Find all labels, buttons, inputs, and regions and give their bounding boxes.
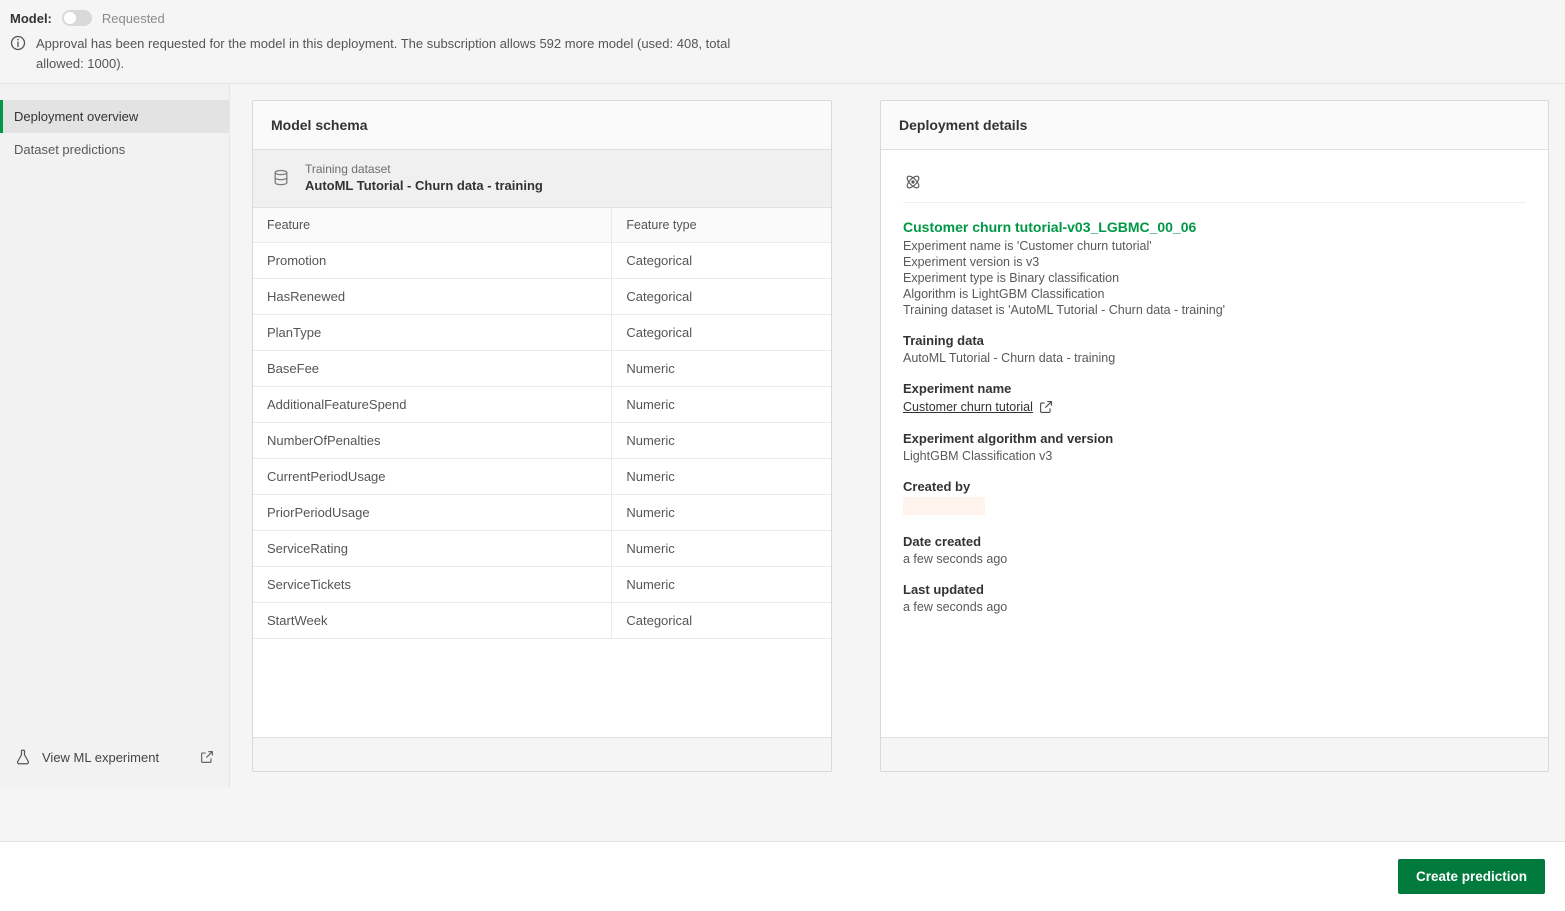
feature-type-cell: Numeric: [611, 459, 831, 494]
table-row: BaseFeeNumeric: [253, 351, 831, 387]
deployment-name: Customer churn tutorial-v03_LGBMC_00_06: [903, 219, 1526, 235]
column-header-feature-type: Feature type: [611, 208, 831, 242]
sidebar: Deployment overviewDataset predictions V…: [0, 84, 230, 788]
date-created-value: a few seconds ago: [903, 552, 1526, 566]
feature-cell: ServiceTickets: [253, 567, 611, 602]
feature-type-cell: Categorical: [611, 243, 831, 278]
deployment-meta-line: Experiment name is 'Customer churn tutor…: [903, 239, 1526, 253]
table-row: ServiceRatingNumeric: [253, 531, 831, 567]
table-row: PlanTypeCategorical: [253, 315, 831, 351]
training-dataset-name: AutoML Tutorial - Churn data - training: [305, 178, 543, 193]
feature-cell: BaseFee: [253, 351, 611, 386]
feature-type-cell: Numeric: [611, 387, 831, 422]
algorithm-label: Experiment algorithm and version: [903, 431, 1526, 446]
schema-footer: [253, 737, 831, 771]
feature-type-cell: Categorical: [611, 279, 831, 314]
database-icon: [271, 168, 291, 188]
training-dataset-strip: Training dataset AutoML Tutorial - Churn…: [253, 150, 831, 208]
training-data-label: Training data: [903, 333, 1526, 348]
bottombar: Create prediction: [0, 841, 1565, 911]
topbar: Model: Requested Approval has been reque…: [0, 0, 1565, 84]
feature-cell: CurrentPeriodUsage: [253, 459, 611, 494]
table-row: ServiceTicketsNumeric: [253, 567, 831, 603]
feature-type-cell: Categorical: [611, 603, 831, 638]
external-link-icon: [199, 749, 215, 765]
details-footer: [881, 737, 1548, 771]
table-row: NumberOfPenaltiesNumeric: [253, 423, 831, 459]
feature-cell: StartWeek: [253, 603, 611, 638]
created-by-label: Created by: [903, 479, 1526, 494]
sidebar-item-dataset-predictions[interactable]: Dataset predictions: [0, 133, 229, 166]
model-schema-panel: Model schema Training dataset AutoML Tut…: [252, 100, 832, 772]
table-row: AdditionalFeatureSpendNumeric: [253, 387, 831, 423]
table-row: PromotionCategorical: [253, 243, 831, 279]
table-row: CurrentPeriodUsageNumeric: [253, 459, 831, 495]
table-row: PriorPeriodUsageNumeric: [253, 495, 831, 531]
feature-cell: PlanType: [253, 315, 611, 350]
view-ml-experiment-link[interactable]: View ML experiment: [0, 748, 229, 766]
sidebar-item-deployment-overview[interactable]: Deployment overview: [0, 100, 229, 133]
table-row: HasRenewedCategorical: [253, 279, 831, 315]
atom-icon: [903, 172, 1526, 192]
table-row: StartWeekCategorical: [253, 603, 831, 639]
deployment-details-title: Deployment details: [881, 101, 1548, 150]
created-by-redacted: [903, 497, 985, 515]
experiment-name-value: Customer churn tutorial: [903, 400, 1033, 414]
deployment-meta-line: Experiment type is Binary classification: [903, 271, 1526, 285]
deployment-details-panel: Deployment details Customer churn tutori…: [880, 100, 1549, 772]
training-data-value: AutoML Tutorial - Churn data - training: [903, 351, 1526, 365]
deployment-meta-line: Experiment version is v3: [903, 255, 1526, 269]
experiment-name-link[interactable]: Customer churn tutorial: [903, 399, 1054, 415]
view-ml-experiment-label: View ML experiment: [42, 750, 159, 765]
feature-cell: AdditionalFeatureSpend: [253, 387, 611, 422]
training-dataset-label: Training dataset: [305, 162, 543, 176]
feature-type-cell: Numeric: [611, 531, 831, 566]
feature-cell: ServiceRating: [253, 531, 611, 566]
model-toggle[interactable]: [62, 10, 92, 26]
approval-notice: Approval has been requested for the mode…: [36, 34, 736, 73]
model-toggle-status: Requested: [102, 11, 165, 26]
date-created-label: Date created: [903, 534, 1526, 549]
feature-type-cell: Categorical: [611, 315, 831, 350]
create-prediction-button[interactable]: Create prediction: [1398, 859, 1545, 894]
feature-cell: NumberOfPenalties: [253, 423, 611, 458]
experiment-name-label: Experiment name: [903, 381, 1526, 396]
last-updated-label: Last updated: [903, 582, 1526, 597]
algorithm-value: LightGBM Classification v3: [903, 449, 1526, 463]
last-updated-value: a few seconds ago: [903, 600, 1526, 614]
deployment-meta-line: Training dataset is 'AutoML Tutorial - C…: [903, 303, 1526, 317]
feature-cell: PriorPeriodUsage: [253, 495, 611, 530]
feature-type-cell: Numeric: [611, 495, 831, 530]
feature-type-cell: Numeric: [611, 423, 831, 458]
external-link-icon: [1038, 399, 1054, 415]
info-icon: [10, 35, 26, 51]
column-header-feature: Feature: [253, 208, 611, 242]
feature-cell: Promotion: [253, 243, 611, 278]
model-schema-title: Model schema: [253, 101, 831, 150]
flask-icon: [14, 748, 32, 766]
model-label: Model:: [10, 11, 52, 26]
feature-type-cell: Numeric: [611, 351, 831, 386]
feature-type-cell: Numeric: [611, 567, 831, 602]
schema-header-row: Feature Feature type: [253, 208, 831, 243]
feature-cell: HasRenewed: [253, 279, 611, 314]
deployment-meta-line: Algorithm is LightGBM Classification: [903, 287, 1526, 301]
